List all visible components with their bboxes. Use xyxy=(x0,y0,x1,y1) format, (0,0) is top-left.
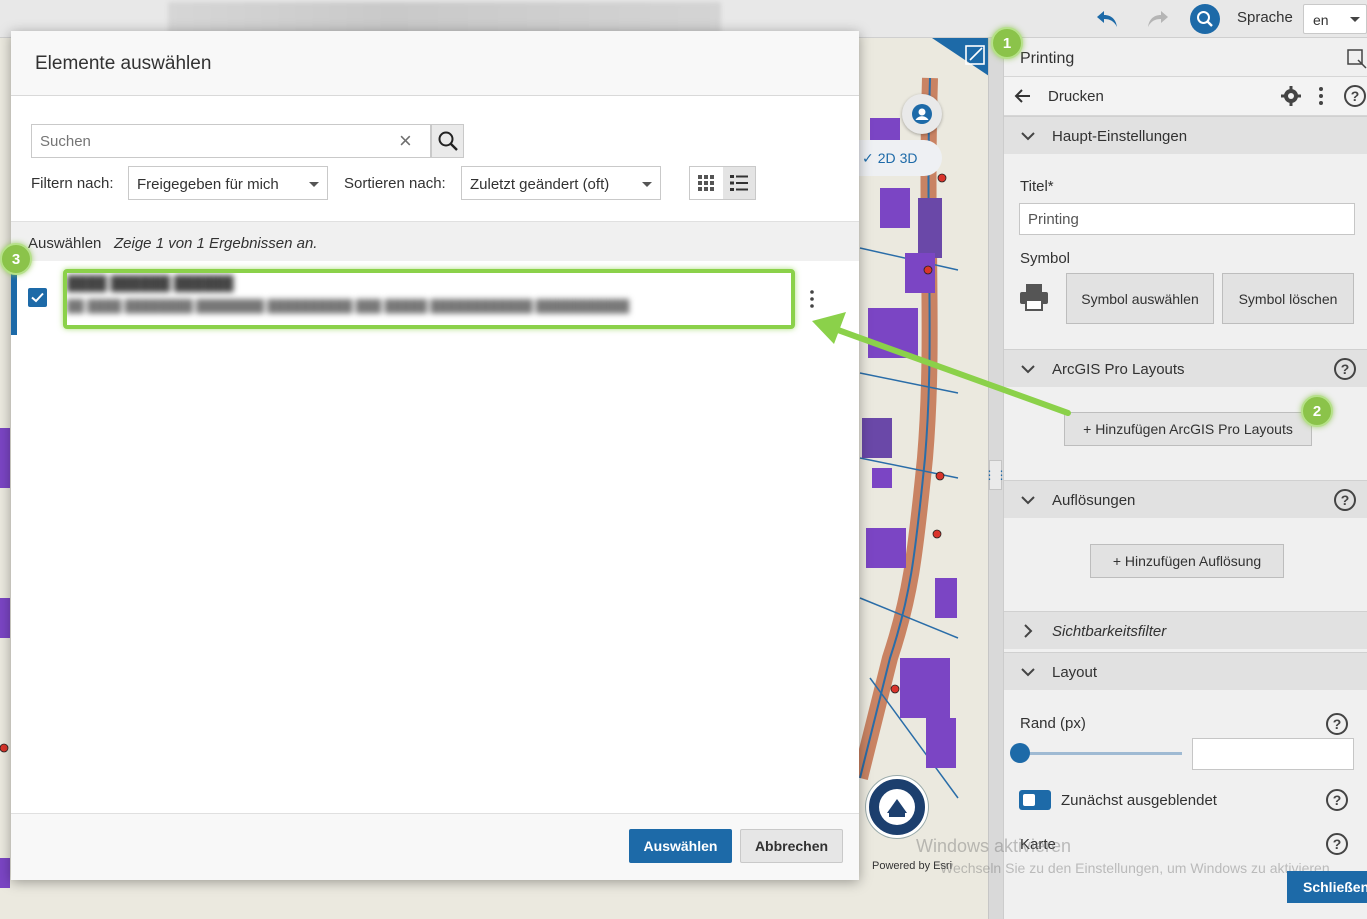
chevron-right-icon xyxy=(1020,624,1036,641)
initially-hidden-toggle[interactable] xyxy=(1019,790,1051,810)
dimension-toggle[interactable]: ✓ 2D 3D xyxy=(858,140,942,176)
section-label: Sichtbarkeitsfilter xyxy=(1052,623,1167,640)
drag-handle-icon[interactable]: ⋮⋮ xyxy=(984,460,1008,490)
hidden-label: Zunächst ausgeblendet xyxy=(1061,792,1217,809)
close-button[interactable]: Schließen xyxy=(1287,871,1367,903)
section-arcgis-layouts[interactable]: ArcGIS Pro Layouts ? xyxy=(1004,349,1367,387)
select-symbol-button[interactable]: Symbol auswählen xyxy=(1066,273,1214,324)
help-icon[interactable]: ? xyxy=(1326,789,1348,811)
printer-icon xyxy=(1018,282,1050,315)
section-label: ArcGIS Pro Layouts xyxy=(1052,361,1185,378)
view-mode-toggle xyxy=(689,166,756,200)
grid-view-icon[interactable] xyxy=(690,167,723,199)
search-button[interactable] xyxy=(431,124,464,158)
margin-slider-thumb[interactable] xyxy=(1010,743,1030,763)
section-layout[interactable]: Layout xyxy=(1004,652,1367,690)
check-icon xyxy=(31,292,44,303)
dialog-header: Elemente auswählen xyxy=(11,31,859,96)
margin-label: Rand (px) xyxy=(1020,715,1086,732)
more-options-icon[interactable] xyxy=(807,288,817,313)
item-checkbox[interactable] xyxy=(28,288,47,307)
filter-select[interactable]: Freigegeben für mich xyxy=(128,166,328,200)
filter-label: Filtern nach: xyxy=(31,175,114,192)
help-icon[interactable]: ? xyxy=(1334,358,1356,380)
search-icon[interactable] xyxy=(1190,4,1220,34)
symbol-label: Symbol xyxy=(1020,250,1071,267)
section-main-settings[interactable]: Haupt-Einstellungen xyxy=(1004,116,1367,154)
delete-symbol-button[interactable]: Symbol löschen xyxy=(1222,273,1354,324)
gear-icon[interactable] xyxy=(1280,85,1302,110)
section-label: Layout xyxy=(1052,664,1098,681)
chevron-down-icon xyxy=(1020,493,1036,509)
chevron-down-icon xyxy=(1020,665,1036,681)
back-arrow-icon[interactable] xyxy=(1012,85,1034,110)
panel-title: Printing xyxy=(1020,50,1075,67)
cancel-button[interactable]: Abbrechen xyxy=(740,829,843,863)
filter-value: Freigegeben für mich xyxy=(137,176,279,193)
highlight-frame xyxy=(63,269,795,329)
expand-icon[interactable] xyxy=(932,38,992,78)
close-icon[interactable]: × xyxy=(399,130,412,152)
results-label: Auswählen xyxy=(28,235,102,252)
annotation-badge-2: 2 xyxy=(1301,395,1333,427)
help-icon[interactable]: ? xyxy=(1344,85,1366,107)
annotation-badge-1: 1 xyxy=(991,27,1023,59)
chevron-down-icon xyxy=(1020,362,1036,378)
subheader-label: Drucken xyxy=(1048,88,1104,105)
sort-value: Zuletzt geändert (oft) xyxy=(470,176,610,193)
help-icon[interactable]: ? xyxy=(1326,833,1348,855)
windows-watermark-text: Wechseln Sie zu den Einstellungen, um Wi… xyxy=(940,860,1334,876)
language-label: Sprache xyxy=(1237,9,1293,26)
results-header: Auswählen Zeige 1 von 1 Ergebnissen an. xyxy=(11,221,859,261)
language-select[interactable]: en xyxy=(1303,4,1367,34)
dialog-title: Elemente auswählen xyxy=(35,53,212,74)
sort-label: Sortieren nach: xyxy=(344,175,446,192)
user-location-icon[interactable] xyxy=(902,94,942,134)
margin-input[interactable] xyxy=(1192,738,1354,770)
section-resolutions[interactable]: Auflösungen ? xyxy=(1004,480,1367,518)
chevron-down-icon xyxy=(309,182,319,187)
help-icon[interactable]: ? xyxy=(1326,713,1348,735)
chevron-down-icon xyxy=(642,182,652,187)
add-resolution-button[interactable]: + Hinzufügen Auflösung xyxy=(1090,544,1284,578)
toggle-knob xyxy=(1023,794,1035,806)
search-input[interactable] xyxy=(31,124,431,158)
select-items-dialog: Elemente auswählen × Filtern nach: Freig… xyxy=(11,31,859,880)
toggle-3d[interactable]: 3D xyxy=(900,150,918,166)
list-item[interactable]: ████ ██████ ██████ ██ ████ ████████ ████… xyxy=(11,261,859,335)
annotation-badge-3: 3 xyxy=(0,243,32,275)
section-label: Haupt-Einstellungen xyxy=(1052,128,1188,145)
select-widget-icon[interactable] xyxy=(1346,48,1367,70)
select-button[interactable]: Auswählen xyxy=(629,829,732,863)
list-view-icon[interactable] xyxy=(722,167,755,199)
panel-subheader: Drucken ? xyxy=(1004,76,1367,116)
chevron-down-icon xyxy=(1350,17,1360,22)
title-label: Titel* xyxy=(1020,178,1054,195)
windows-watermark-title: Windows aktivieren xyxy=(916,836,1072,856)
undo-icon[interactable] xyxy=(1094,6,1120,32)
settings-panel: Printing Drucken ? Haupt-Einstellungen T… xyxy=(1003,38,1367,919)
title-input[interactable]: Printing xyxy=(1019,203,1355,235)
language-value: en xyxy=(1313,12,1329,28)
toggle-2d[interactable]: 2D xyxy=(878,150,896,166)
redo-icon[interactable] xyxy=(1145,6,1171,32)
search-icon xyxy=(438,131,458,151)
section-label: Auflösungen xyxy=(1052,492,1136,509)
help-icon[interactable]: ? xyxy=(1334,489,1356,511)
add-arcgis-layouts-button[interactable]: + Hinzufügen ArcGIS Pro Layouts xyxy=(1064,412,1312,446)
margin-slider-track[interactable] xyxy=(1018,752,1182,755)
city-seal-logo xyxy=(866,776,928,838)
sort-select[interactable]: Zuletzt geändert (oft) xyxy=(461,166,661,200)
more-options-icon[interactable] xyxy=(1316,85,1326,110)
section-visibility-filter[interactable]: Sichtbarkeitsfilter xyxy=(1004,611,1367,649)
results-count: Zeige 1 von 1 Ergebnissen an. xyxy=(114,235,318,252)
chevron-down-icon xyxy=(1020,129,1036,145)
check-icon: ✓ xyxy=(862,149,874,166)
